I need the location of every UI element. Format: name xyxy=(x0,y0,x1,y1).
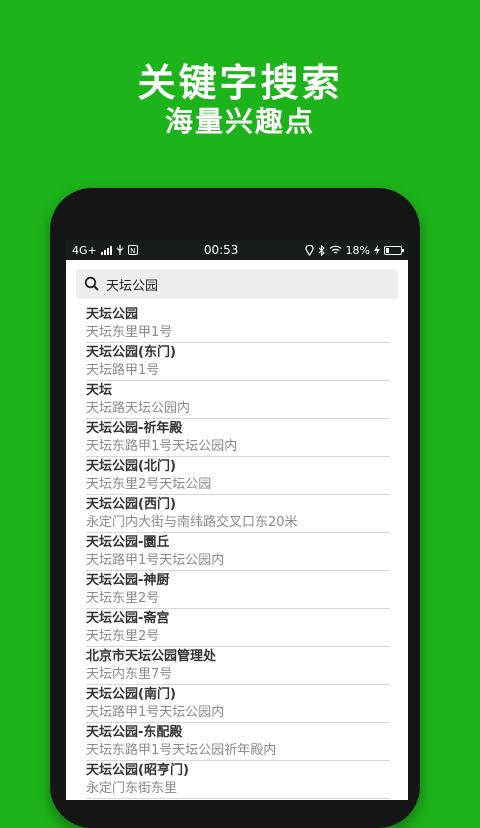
result-name: 天坛公园 xyxy=(86,307,139,322)
wifi-icon xyxy=(329,245,341,254)
result-name: 天坛公园-圜丘 xyxy=(86,535,170,550)
phone-screen: 4G+ N 00:53 18% 天坛公园 天坛公园 天坛东里甲1号 天坛公园(东… xyxy=(66,240,408,800)
result-item[interactable]: 天坛公园(昭亨门) 永定门东街东里 xyxy=(86,761,390,799)
result-item[interactable]: 天坛公园(南门) 天坛路甲1号天坛公园内 xyxy=(86,685,390,723)
search-input[interactable]: 天坛公园 xyxy=(76,269,398,299)
result-name: 天坛公园(昭亨门) xyxy=(86,763,189,778)
promo-headline: 关键字搜索 xyxy=(137,61,343,105)
search-icon xyxy=(84,276,99,291)
battery-percent: 18% xyxy=(345,243,370,257)
result-address: 永定门内大街与南纬路交叉口东20米 xyxy=(86,515,298,530)
result-address: 天坛东里2号 xyxy=(86,629,160,644)
result-address: 天坛路甲1号天坛公园内 xyxy=(86,553,225,568)
usb-icon xyxy=(116,245,124,255)
result-address: 天坛东路甲1号天坛公园内 xyxy=(86,439,238,454)
result-item[interactable]: 天坛公园-祈年殿 天坛东路甲1号天坛公园内 xyxy=(86,419,390,457)
result-name: 天坛公园-祈年殿 xyxy=(86,421,183,436)
result-name: 天坛公园-东配殿 xyxy=(86,725,183,740)
charging-icon xyxy=(373,245,380,255)
signal-icon xyxy=(100,245,112,255)
result-item[interactable]: 天坛公园-东配殿 天坛东路甲1号天坛公园祈年殿内 xyxy=(86,723,390,761)
result-item[interactable]: 天坛公园-神厨 天坛东里2号 xyxy=(86,571,390,609)
bluetooth-icon xyxy=(318,244,325,256)
result-name: 天坛公园(北门) xyxy=(86,459,176,474)
result-address: 天坛东里2号 xyxy=(86,591,160,606)
network-type: 4G+ xyxy=(72,243,97,257)
search-query[interactable]: 天坛公园 xyxy=(106,275,158,294)
result-address: 天坛东里2号天坛公园 xyxy=(86,477,212,492)
result-name: 北京市天坛公园管理处 xyxy=(86,649,217,664)
result-name: 天坛公园-神厨 xyxy=(86,573,170,588)
search-area: 天坛公园 xyxy=(66,260,408,305)
result-item[interactable]: 天坛 天坛路天坛公园内 xyxy=(86,381,390,419)
result-name: 天坛公园(南门) xyxy=(86,687,176,702)
result-name: 天坛公园(西门) xyxy=(86,497,176,512)
app-notification-icon: N xyxy=(127,245,138,255)
promo-subline: 海量兴趣点 xyxy=(164,105,315,138)
result-name: 天坛 xyxy=(86,383,113,398)
clock: 00:53 xyxy=(203,243,239,257)
location-icon xyxy=(304,244,314,256)
result-item[interactable]: 北京市天坛公园管理处 天坛内东里7号 xyxy=(86,647,390,685)
results-list: 天坛公园 天坛东里甲1号 天坛公园(东门) 天坛路甲1号 天坛 天坛路天坛公园内… xyxy=(66,305,408,799)
result-address: 永定门东街东里 xyxy=(86,781,178,796)
result-name: 天坛公园(东门) xyxy=(86,345,176,360)
result-address: 天坛东路甲1号天坛公园祈年殿内 xyxy=(86,743,277,758)
result-address: 天坛路甲1号天坛公园内 xyxy=(86,705,225,720)
result-item[interactable]: 天坛公园 天坛东里甲1号 xyxy=(86,305,390,343)
result-item[interactable]: 天坛公园(西门) 永定门内大街与南纬路交叉口东20米 xyxy=(86,495,390,533)
result-address: 天坛东里甲1号 xyxy=(86,325,173,340)
result-item[interactable]: 天坛公园-圜丘 天坛路甲1号天坛公园内 xyxy=(86,533,390,571)
result-item[interactable]: 天坛公园(北门) 天坛东里2号天坛公园 xyxy=(86,457,390,495)
result-item[interactable]: 天坛公园(东门) 天坛路甲1号 xyxy=(86,343,390,381)
result-address: 天坛路甲1号 xyxy=(86,363,160,378)
result-address: 天坛路天坛公园内 xyxy=(86,401,191,416)
status-bar: 4G+ N 00:53 18% xyxy=(66,240,408,260)
battery-icon xyxy=(383,245,404,255)
result-name: 天坛公园-斋宫 xyxy=(86,611,170,626)
result-address: 天坛内东里7号 xyxy=(86,667,173,682)
status-right: 18% xyxy=(304,243,404,257)
result-item[interactable]: 天坛公园-斋宫 天坛东里2号 xyxy=(86,609,390,647)
status-left: 4G+ N xyxy=(72,244,138,257)
